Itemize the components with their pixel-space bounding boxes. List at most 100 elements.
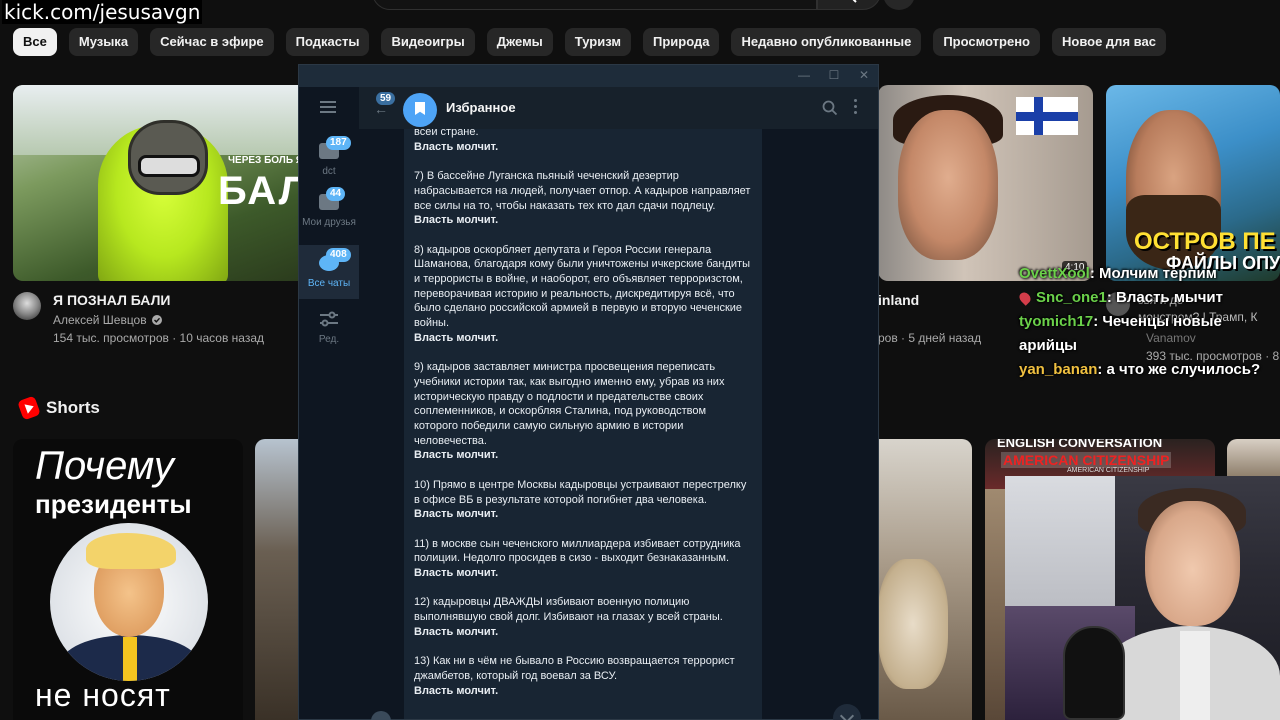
message-item: 7) В бассейне Луганска пьяный чеченский … (414, 170, 751, 212)
webcam-shirt (1180, 631, 1210, 720)
unread-badge: 44 (326, 187, 346, 201)
short-text-line-2: AMERICAN CITIZENSHIP (1001, 452, 1172, 468)
channel-name[interactable]: Алексей Шевцов (53, 313, 147, 327)
chat-username: Snc_one1 (1036, 289, 1107, 306)
category-chips: Все Музыка Сейчас в эфире Подкасты Видео… (13, 28, 1166, 56)
chip-new-to-you[interactable]: Новое для вас (1052, 28, 1166, 56)
chat-username: OvettXool (1019, 265, 1090, 282)
folder-edit[interactable]: Ред. (299, 301, 359, 355)
thumbnail-goggles (138, 155, 200, 177)
chip-music[interactable]: Музыка (68, 28, 139, 56)
message-refrain: Власть молчит. (414, 508, 499, 521)
video-title[interactable]: Я ПОЗНАЛ БАЛИ (53, 292, 170, 308)
message-refrain: Власть молчит. (414, 625, 499, 638)
create-button[interactable] (883, 0, 915, 10)
hamburger-menu-icon[interactable] (320, 101, 336, 113)
message-intro: всей стране. (414, 129, 479, 138)
message-item: 11) в москве сын чеченского миллиардера … (414, 537, 741, 565)
chip-live[interactable]: Сейчас в эфире (150, 28, 274, 56)
unread-badge: 408 (326, 248, 351, 262)
video-thumbnail-finland[interactable] (878, 85, 1093, 281)
video-title[interactable]: inland (878, 292, 919, 308)
message-bubble[interactable]: всей стране. Власть молчит. 7) В бассейн… (404, 129, 762, 719)
chip-nature[interactable]: Природа (643, 28, 720, 56)
thumbnail-title-1: ОСТРОВ ПЕ (1134, 228, 1276, 255)
chat-text: : Молчим терпим (1089, 265, 1217, 282)
streamer-webcam (1005, 476, 1280, 720)
window-titlebar[interactable]: — ☐ ✕ (299, 65, 878, 87)
short-card[interactable] (1227, 439, 1280, 479)
chip-tourism[interactable]: Туризм (564, 28, 631, 56)
stream-url-overlay: kick.com/jesusavgn (2, 0, 203, 24)
chat-text: арийцы (1019, 337, 1077, 354)
message-refrain: Власть молчит. (414, 214, 499, 227)
short-text-line-2: президенты (35, 489, 192, 519)
short-card-food[interactable] (878, 439, 972, 720)
message-item: 13) Как ни в чём не бывало в Россию возв… (414, 655, 735, 682)
folder-sidebar: 187 dct 44 Мои друзья 408 Все чаты Ред. (299, 87, 359, 719)
heart-badge-icon (1017, 290, 1033, 306)
illustration-hair (86, 533, 176, 569)
chat-message: tyomich17: Чеченцы новые (1019, 310, 1280, 334)
folder-label: Мои друзья (302, 217, 356, 228)
chip-recently-uploaded[interactable]: Недавно опубликованные (731, 28, 922, 56)
folder-dct[interactable]: 187 dct (299, 133, 359, 187)
sliders-icon (320, 311, 338, 327)
short-text-line-1: ENGLISH CONVERSATION (997, 439, 1163, 450)
chat-text: : Чеченцы новые (1093, 313, 1222, 330)
message-text: всей стране. Власть молчит. 7) В бассейн… (414, 129, 752, 713)
minimize-button[interactable]: — (789, 68, 819, 82)
telegram-window: — ☐ ✕ 187 dct 44 Мои друзья 408 Все чаты… (298, 64, 879, 720)
chat-username: tyomich17 (1019, 313, 1094, 330)
youtube-search-input[interactable] (372, 0, 817, 10)
chip-watched[interactable]: Просмотрено (933, 28, 1040, 56)
message-refrain: Власть молчит. (414, 684, 499, 697)
short-food-image (878, 559, 948, 689)
stream-chat-overlay: OvettXool: Молчим терпим Snc_one1: Власт… (1017, 262, 1280, 382)
video-views: 154 тыс. просмотров · 10 часов назад (53, 331, 265, 345)
shorts-logo-icon (17, 395, 41, 421)
chip-podcasts[interactable]: Подкасты (285, 28, 370, 56)
video-thumbnail-island[interactable]: ОСТРОВ ПЕ ФАЙЛЫ ОПУБ (1106, 85, 1280, 281)
chip-all[interactable]: Все (13, 28, 57, 56)
short-text-line-1: Почему (35, 444, 174, 488)
chat-message-continuation: арийцы (1019, 334, 1280, 358)
video-views: ров · 5 дней назад (878, 331, 982, 345)
microphone-icon (1063, 626, 1125, 720)
channel-avatar[interactable] (13, 292, 41, 320)
youtube-search-button[interactable] (817, 0, 881, 10)
video-channel[interactable]: Алексей Шевцов (53, 313, 163, 327)
folder-my-friends[interactable]: 44 Мои друзья (299, 184, 359, 238)
message-refrain: Власть молчит. (414, 567, 499, 580)
more-options-icon[interactable] (854, 99, 858, 115)
short-text-line-3: не носят (35, 677, 171, 713)
chip-gaming[interactable]: Видеоигры (381, 28, 475, 56)
short-illustration (50, 523, 208, 681)
illustration-tie (123, 637, 137, 681)
folder-label: dct (322, 166, 336, 177)
search-icon[interactable] (822, 100, 838, 116)
maximize-button[interactable]: ☐ (819, 68, 849, 82)
short-card[interactable] (255, 439, 300, 720)
message-item: 9) кадыров заставляет министра просвещен… (414, 361, 725, 447)
verified-icon (151, 315, 162, 325)
chat-message: Snc_one1: Власть мычит (1017, 286, 1280, 310)
thumbnail-face (898, 110, 998, 260)
shorts-heading-label: Shorts (46, 398, 100, 417)
message-refrain: Власть молчит. (414, 449, 499, 462)
shorts-heading: Shorts (17, 395, 100, 421)
chip-jams[interactable]: Джемы (486, 28, 553, 56)
folder-label: Все чаты (307, 278, 351, 289)
chat-message: yan_banan: а что же случилось? (1019, 358, 1280, 382)
chat-header: ← 59 Избранное (359, 87, 878, 129)
search-icon (852, 0, 857, 3)
video-thumbnail-bali[interactable]: ЧЕРЕЗ БОЛЬ Я БАЛ (13, 85, 313, 281)
bookmark-icon[interactable] (403, 93, 437, 127)
thumbnail-caption-small: ЧЕРЕЗ БОЛЬ Я (228, 155, 303, 166)
message-item: 10) Прямо в центре Москвы кадыровцы устр… (414, 478, 747, 506)
short-card-presidents[interactable]: Почему президенты не носят (13, 439, 243, 720)
chat-title[interactable]: Избранное (446, 100, 516, 115)
close-button[interactable]: ✕ (849, 68, 878, 82)
thumbnail-caption-big: БАЛ (218, 169, 309, 213)
folder-all-chats[interactable]: 408 Все чаты (299, 245, 359, 299)
